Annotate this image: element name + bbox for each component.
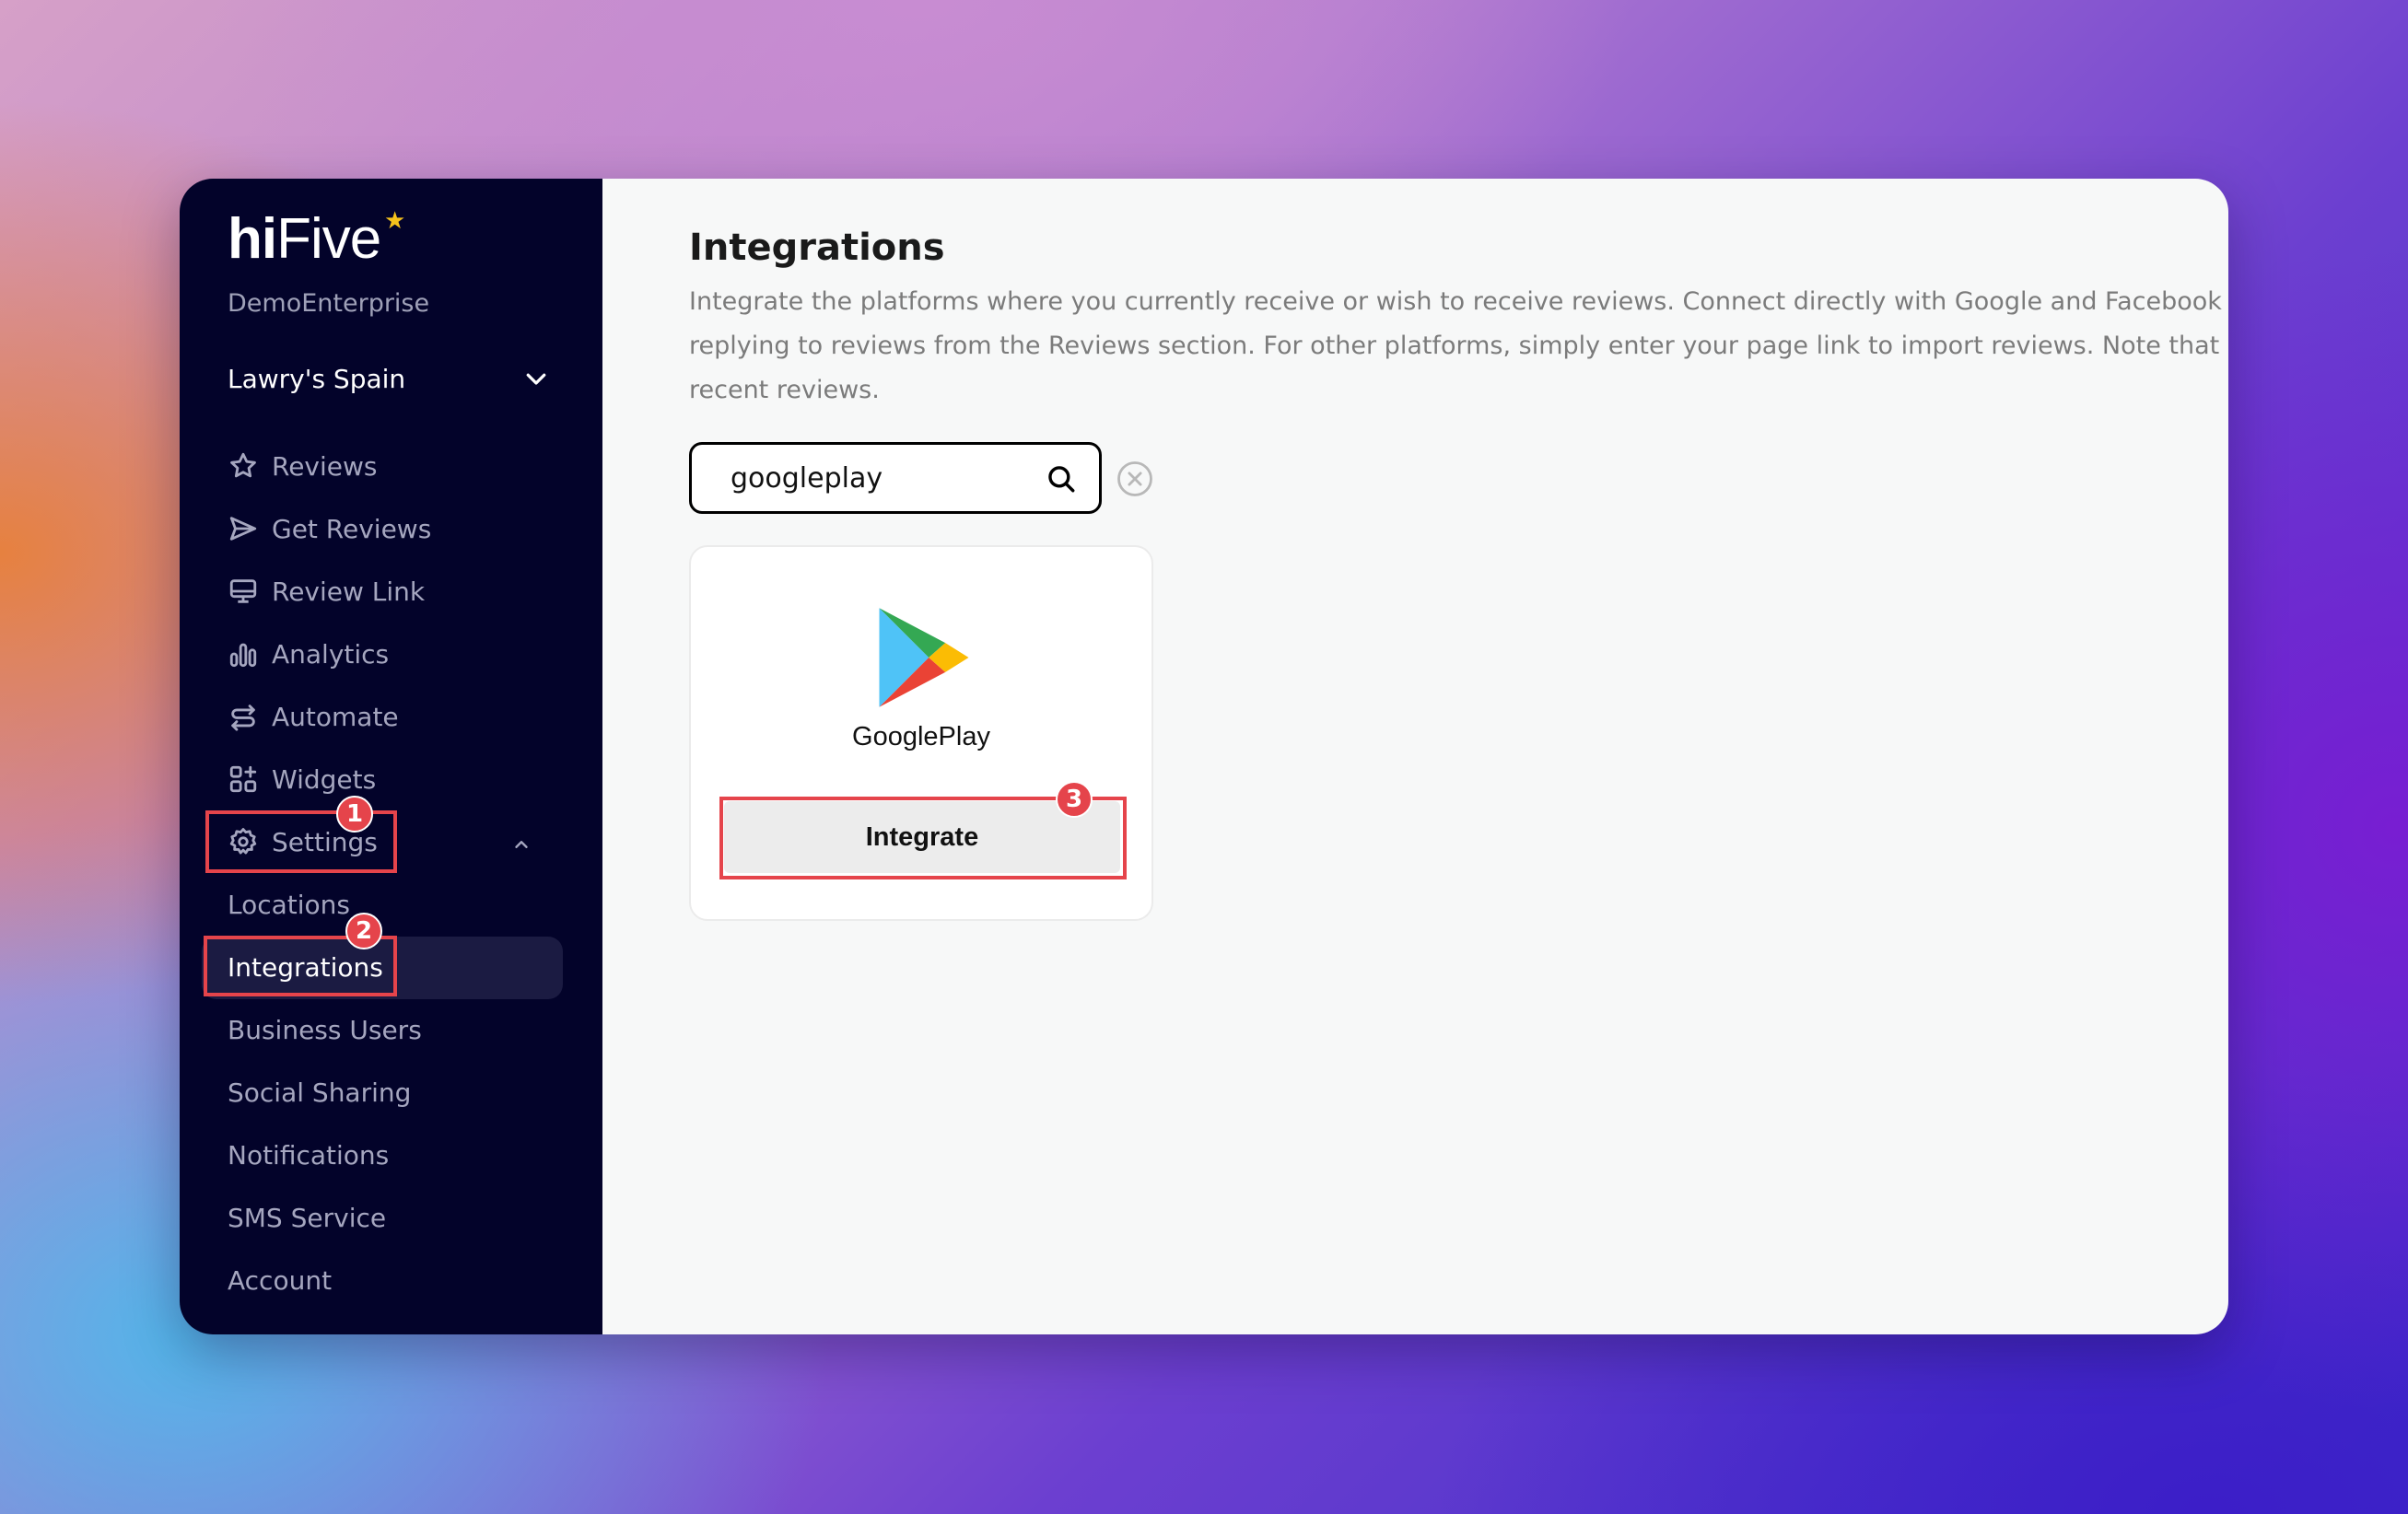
- send-icon: [229, 517, 257, 541]
- automate-icon: [231, 705, 255, 731]
- chevron-down-icon: [526, 373, 546, 385]
- sidebar-subitem-locations[interactable]: Locations: [228, 885, 350, 924]
- sidebar-item-label: Review Link: [272, 576, 426, 607]
- organization-name: DemoEnterprise: [228, 289, 430, 318]
- step-badge-3: 3: [1056, 781, 1093, 818]
- step-badge-1: 1: [336, 796, 373, 833]
- sidebar-item-reviews[interactable]: Reviews: [228, 447, 378, 485]
- sidebar: hiFive ★ DemoEnterprise Lawry's Spain Re…: [180, 179, 602, 1334]
- bar-chart-icon: [229, 643, 257, 668]
- sidebar-item-label: Analytics: [272, 638, 390, 670]
- widgets-icon: [229, 765, 257, 793]
- logo-star-icon: ★: [384, 206, 405, 234]
- search-icon[interactable]: [1046, 463, 1077, 495]
- sidebar-subitem-sms-service[interactable]: SMS Service: [228, 1198, 386, 1237]
- search-input[interactable]: [729, 460, 1027, 495]
- sidebar-item-widgets[interactable]: Widgets: [228, 760, 376, 798]
- sidebar-subitem-business-users[interactable]: Business Users: [228, 1010, 422, 1049]
- sidebar-subitem-label: Social Sharing: [228, 1077, 412, 1108]
- location-label: Lawry's Spain: [228, 363, 406, 394]
- main-content: Integrations Integrate the platforms whe…: [602, 179, 2228, 1334]
- sidebar-item-label: Widgets: [272, 763, 377, 795]
- google-play-logo-icon: [879, 608, 969, 707]
- app-window: hiFive ★ DemoEnterprise Lawry's Spain Re…: [180, 179, 2228, 1334]
- location-dropdown[interactable]: Lawry's Spain: [228, 359, 550, 398]
- logo-prefix: hi: [228, 207, 277, 271]
- sidebar-item-get-reviews[interactable]: Get Reviews: [228, 509, 431, 548]
- sidebar-subitem-account[interactable]: Account: [228, 1261, 332, 1299]
- sidebar-subitem-label: Locations: [228, 889, 351, 920]
- sidebar-item-review-link[interactable]: Review Link: [228, 572, 425, 611]
- sidebar-item-label: Get Reviews: [272, 513, 432, 544]
- logo-suffix: Five: [276, 207, 381, 271]
- integration-name: GooglePlay: [852, 722, 990, 751]
- page-description: Integrate the platforms where you curren…: [689, 287, 2228, 404]
- page-title: Integrations: [689, 227, 945, 269]
- sidebar-item-label: Reviews: [272, 450, 378, 482]
- logo: hiFive ★: [228, 206, 405, 272]
- sidebar-subitem-notifications[interactable]: Notifications: [228, 1136, 389, 1174]
- sidebar-subitem-label: Account: [228, 1264, 333, 1296]
- integration-card-googleplay: GooglePlay Integrate 3: [689, 545, 1153, 921]
- sidebar-item-analytics[interactable]: Analytics: [228, 635, 389, 673]
- star-icon: [230, 452, 256, 478]
- sidebar-subitem-social-sharing[interactable]: Social Sharing: [228, 1073, 411, 1112]
- monitor-icon: [229, 579, 257, 603]
- sidebar-subitem-label: SMS Service: [228, 1202, 387, 1233]
- chevron-up-icon[interactable]: [511, 834, 532, 855]
- search-box: [689, 442, 1102, 514]
- sidebar-item-automate[interactable]: Automate: [228, 697, 399, 736]
- sidebar-subitem-label: Notifications: [228, 1139, 390, 1170]
- sidebar-subitem-label: Business Users: [228, 1014, 422, 1045]
- step-badge-2: 2: [345, 913, 382, 949]
- sidebar-item-label: Automate: [272, 701, 399, 732]
- clear-search-icon[interactable]: [1116, 460, 1154, 498]
